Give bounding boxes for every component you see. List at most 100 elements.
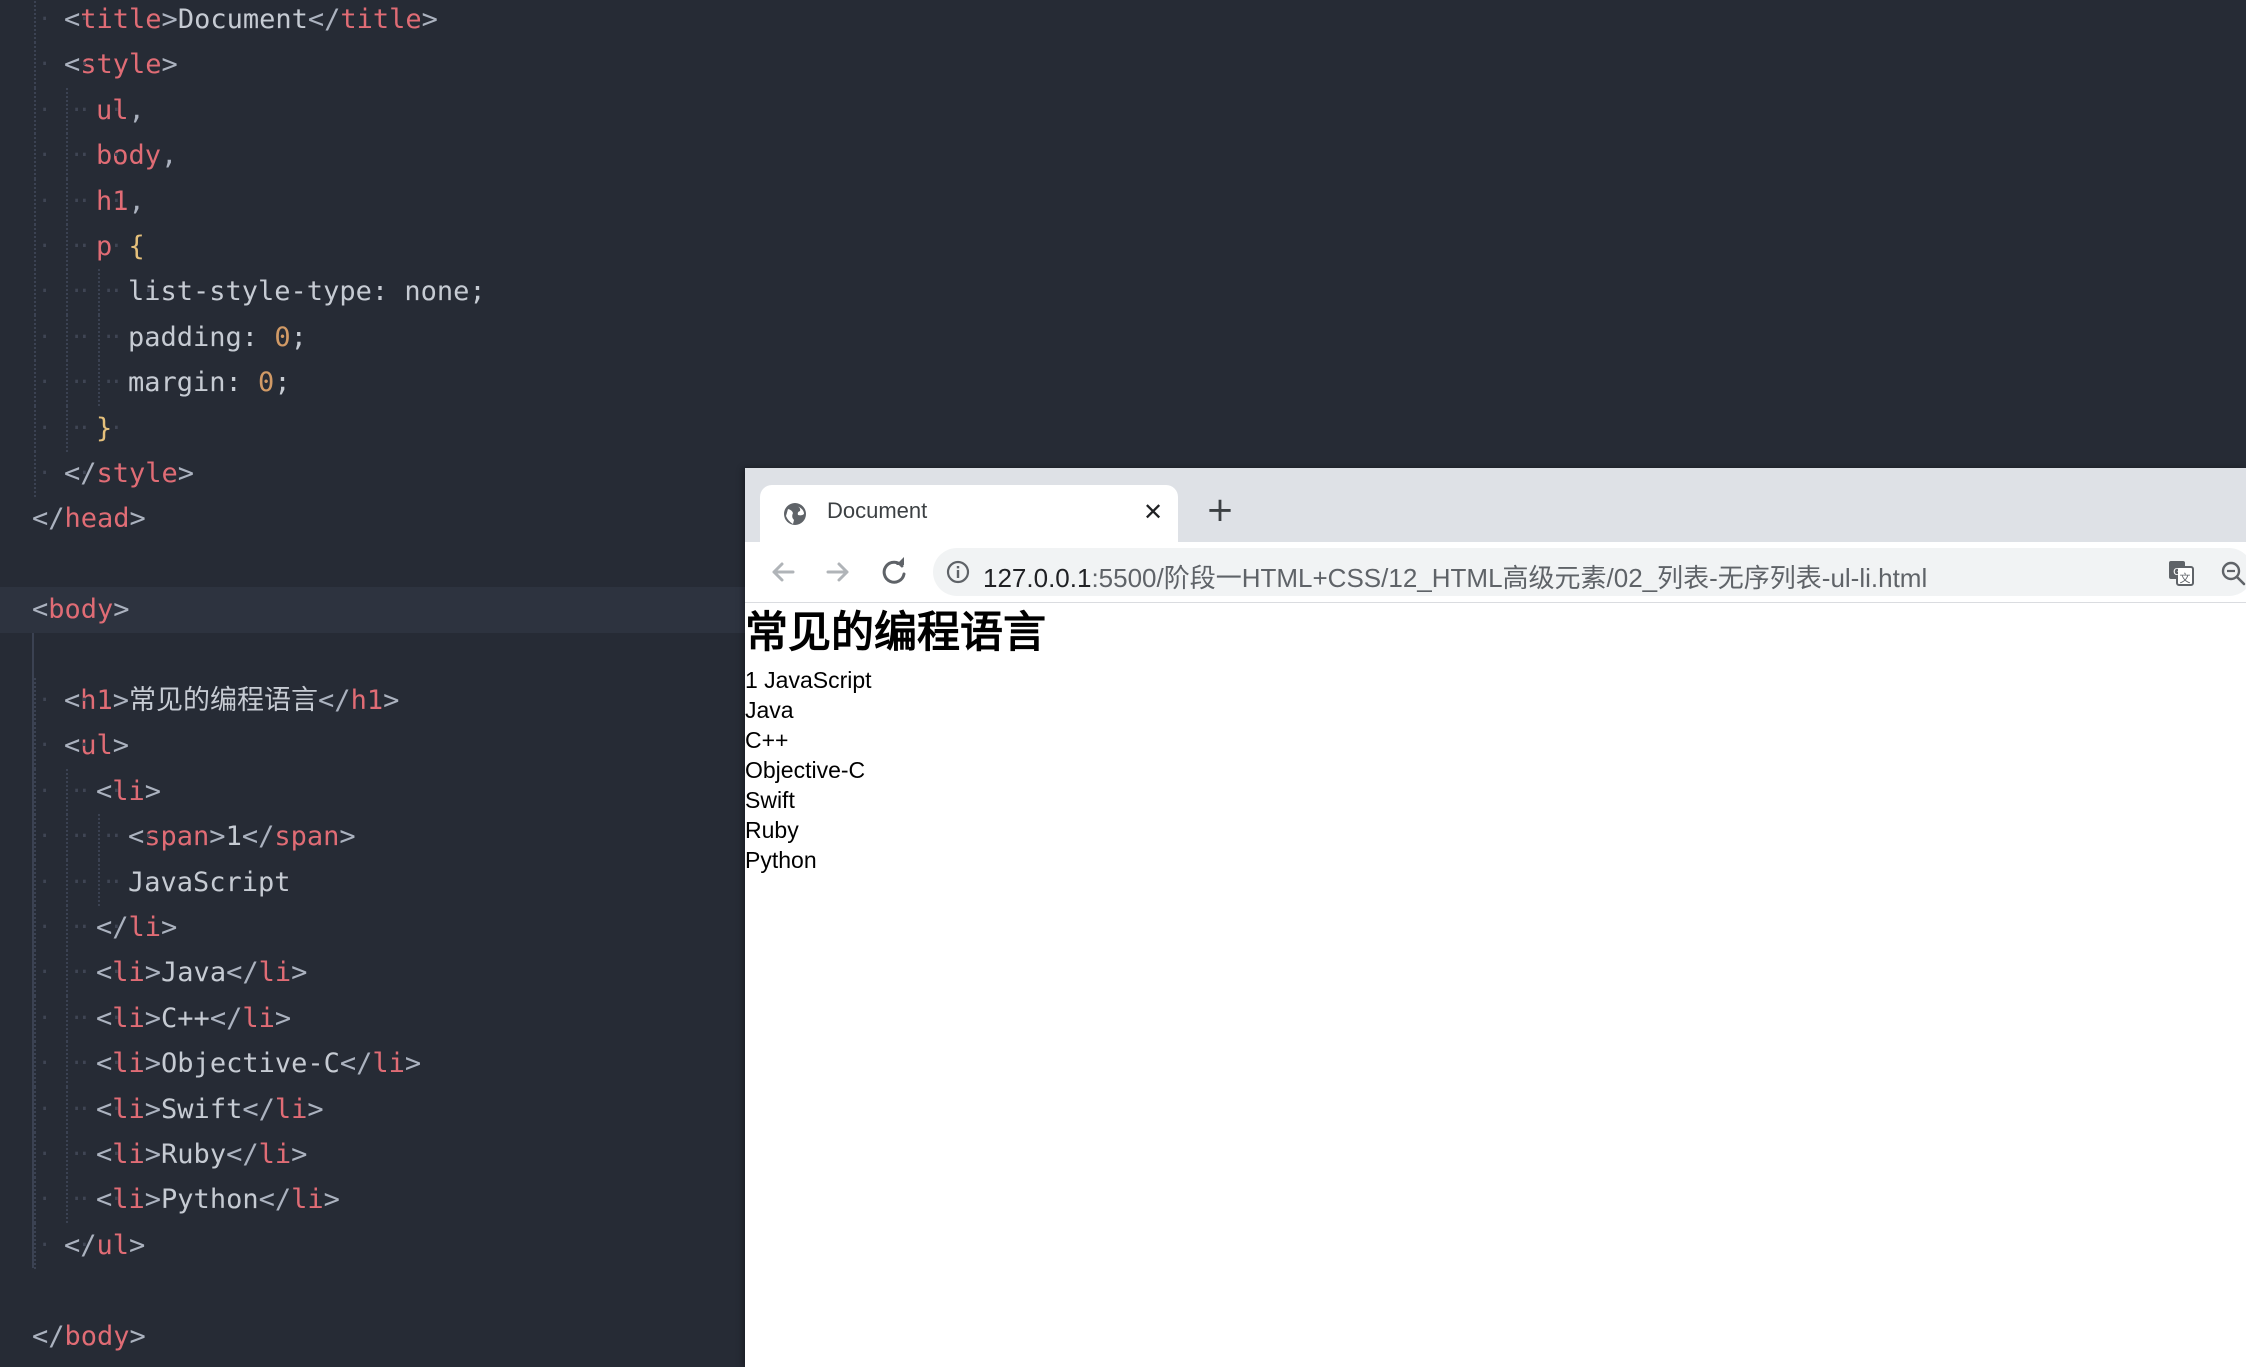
code-line[interactable]: <li>C++</li> — [0, 995, 760, 1042]
indent-guide — [32, 42, 91, 89]
code-token: > — [144, 1048, 162, 1080]
indent-guide — [96, 859, 155, 906]
url-path: :5500/阶段一HTML+CSS/12_HTML高级元素/02_列表-无序列表… — [1091, 563, 1928, 593]
info-icon[interactable] — [945, 559, 971, 585]
code-line[interactable]: </li> — [0, 905, 760, 951]
code-line[interactable]: <li>Objective-C</li> — [0, 1041, 760, 1088]
url-host: 127.0.0.1 — [983, 563, 1092, 593]
code-line[interactable]: <li>Ruby</li> — [0, 1132, 760, 1178]
code-line[interactable]: <span>1</span> — [0, 814, 760, 861]
indent-guide — [64, 768, 123, 815]
code-line[interactable]: <style> — [0, 42, 760, 89]
indent-guide — [64, 178, 123, 225]
code-token: > — [144, 1139, 162, 1170]
indent-guide — [32, 269, 91, 316]
code-line[interactable]: < body > — [0, 587, 760, 634]
list-item: Objective-C — [745, 757, 866, 783]
code-line[interactable]: <ul> — [0, 723, 760, 770]
code-line[interactable]: list-style-type: none; — [0, 269, 760, 316]
globe-icon — [784, 503, 806, 525]
indent-guide — [32, 905, 91, 951]
reload-icon[interactable] — [874, 552, 914, 592]
indent-guide — [96, 814, 155, 861]
code-token: , — [128, 185, 145, 217]
zoom-out-icon[interactable] — [2218, 558, 2246, 588]
url-text[interactable]: 127.0.0.1:5500/阶段一HTML+CSS/12_HTML高级元素/0… — [983, 558, 1927, 595]
code-token: body — [48, 594, 114, 626]
code-token: </ — [241, 821, 275, 853]
code-line[interactable] — [0, 542, 760, 588]
code-line[interactable]: </style> — [0, 451, 760, 497]
browser-tab[interactable]: Document ✕ — [760, 485, 1178, 542]
code-line[interactable]: margin: 0; — [0, 360, 760, 407]
code-token: > — [129, 1320, 146, 1352]
page-heading: 常见的编程语言 — [745, 608, 1046, 658]
code-line[interactable]: body, — [0, 133, 760, 180]
code-token: 1 — [225, 821, 242, 853]
code-line[interactable]: </ul> — [0, 1222, 760, 1269]
code-token: Python — [161, 1184, 259, 1216]
code-line[interactable]: <li>Python</li> — [0, 1177, 760, 1224]
code-line[interactable]: JavaScript — [0, 859, 760, 906]
code-line[interactable]: padding: 0; — [0, 314, 760, 361]
new-tab-button[interactable]: + — [1200, 490, 1240, 530]
code-token: </ — [226, 957, 259, 989]
indent-guide — [64, 224, 123, 270]
code-line[interactable]: <li> — [0, 768, 760, 815]
code-token: 0 — [274, 321, 291, 353]
code-token: title — [340, 4, 422, 35]
code-line[interactable]: <li>Java</li> — [0, 950, 760, 997]
indent-guide — [64, 995, 123, 1042]
code-token: > — [144, 1002, 162, 1034]
code-line[interactable]: <title>Document</title> — [0, 0, 760, 43]
code-token: C++ — [161, 1002, 210, 1034]
code-token: </ — [258, 1184, 292, 1216]
indent-guide — [32, 451, 91, 497]
code-token: </ — [32, 503, 65, 535]
code-token: </ — [318, 685, 351, 716]
code-token: style — [80, 49, 162, 81]
code-token: > — [421, 4, 438, 35]
code-line[interactable]: } — [0, 405, 760, 452]
close-icon[interactable]: ✕ — [1140, 499, 1166, 525]
code-token: </ — [209, 1002, 243, 1034]
code-line[interactable] — [0, 1268, 760, 1314]
code-token: li — [274, 1093, 308, 1125]
code-line[interactable] — [0, 633, 760, 679]
code-token: > — [209, 821, 226, 853]
code-token: 0 — [258, 367, 275, 399]
code-token: > — [161, 4, 178, 35]
code-token: { — [128, 231, 145, 262]
code-line[interactable]: </body > — [0, 1314, 760, 1360]
code-line[interactable]: <li>Swift</li> — [0, 1086, 760, 1133]
translate-icon[interactable]: G 文 — [2166, 558, 2196, 588]
page-viewport: 常见的编程语言 1 JavaScript Java C++ Objective-C Sw… — [745, 603, 2246, 1367]
indent-guide — [64, 950, 123, 997]
code-token: li — [291, 1184, 324, 1216]
indent-guide — [32, 632, 34, 1269]
code-line[interactable]: ul, — [0, 87, 760, 134]
code-token: > — [113, 594, 130, 626]
code-token: Swift — [161, 1093, 243, 1125]
code-line[interactable]: p { — [0, 224, 760, 270]
back-arrow-icon[interactable] — [763, 552, 803, 592]
indent-guide — [32, 950, 91, 997]
browser-window: Document ✕ + 127.0.0.1:5500/阶段一HTML+CSS/… — [745, 468, 2246, 1367]
indent-guide — [32, 814, 91, 861]
indent-guide — [32, 0, 91, 43]
code-token: </ — [339, 1048, 373, 1080]
code-token: Ruby — [161, 1139, 227, 1170]
indent-guide — [32, 178, 91, 225]
indent-guide — [64, 314, 123, 361]
tab-strip: Document ✕ + — [745, 468, 2246, 542]
code-line[interactable]: <h1>常见的编程语言</h1> — [0, 678, 760, 724]
address-bar[interactable]: 127.0.0.1:5500/阶段一HTML+CSS/12_HTML高级元素/0… — [933, 548, 2246, 596]
forward-arrow-icon[interactable] — [818, 552, 858, 592]
list-item: 1 JavaScript — [745, 667, 872, 693]
indent-guide — [32, 133, 91, 180]
code-line[interactable]: </head > — [0, 496, 760, 542]
code-token: > — [144, 957, 162, 989]
code-token: > — [274, 1002, 292, 1034]
list-item: Ruby — [745, 817, 799, 843]
code-line[interactable]: h1, — [0, 178, 760, 225]
